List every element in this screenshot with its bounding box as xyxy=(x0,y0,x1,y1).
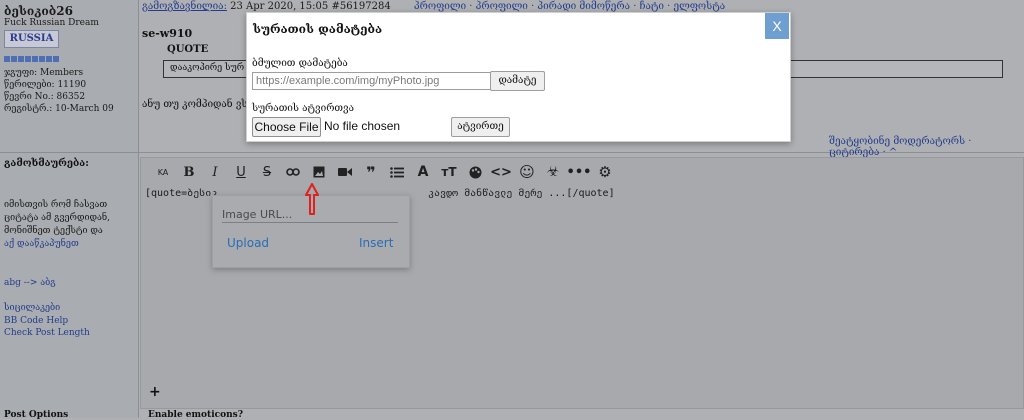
post-date: 23 Apr 2020, 15:05 xyxy=(230,1,329,12)
post-body: ანუ თუ კომპიდან ვს xyxy=(142,99,248,110)
rank-pips xyxy=(4,56,59,62)
user-member-no: წევრი No.: 86352 xyxy=(4,92,86,102)
add-icon[interactable]: + xyxy=(149,384,161,400)
more-icon[interactable]: ••• xyxy=(566,161,592,183)
link-icon[interactable] xyxy=(280,161,306,183)
translit-link[interactable]: abg --> აბგ xyxy=(4,278,56,288)
help-text-2: ციტატა ამ გვერდიდან, xyxy=(4,213,110,223)
post-username[interactable]: ბესიკიბ26 xyxy=(4,4,73,18)
quote-label: QUOTE xyxy=(167,44,209,55)
strike-label: S xyxy=(262,164,272,180)
reply-label: გამოხმაურება: xyxy=(4,158,89,169)
palette-icon[interactable] xyxy=(462,161,488,183)
keyboard-layout-label: KA xyxy=(157,167,169,177)
editor-toolbar: KA B I U S ❞ A тT <> ☺ ☣ ••• ⚙ xyxy=(150,161,618,183)
italic-button[interactable]: I xyxy=(202,161,228,183)
post-author-link[interactable]: გამოგზავნილია: xyxy=(142,1,227,12)
post-options-label: Post Options xyxy=(4,410,69,420)
font-icon[interactable]: A xyxy=(410,161,436,183)
up-arrow-icon xyxy=(305,183,319,218)
post-nav-links[interactable]: პროფილი · პროფილი · პირადი მიმოწერა · ჩა… xyxy=(414,1,725,12)
upload-button[interactable]: ატვირთე xyxy=(451,117,510,137)
underline-button[interactable]: U xyxy=(228,161,254,183)
help-text-1: იმისთვის რომ ჩასვათ xyxy=(4,200,108,210)
code-icon[interactable]: <> xyxy=(488,161,514,183)
avatar-text: RUSSIA xyxy=(9,33,54,44)
add-url-button[interactable]: დამატე xyxy=(490,71,545,91)
video-icon[interactable] xyxy=(332,161,358,183)
underline-label: U xyxy=(236,164,246,180)
upload-label: სურათის ატვირთვა xyxy=(252,103,355,114)
close-icon[interactable]: X xyxy=(765,13,789,39)
post-actions[interactable]: შეატყობინე მოდერატორს · ციტირება · ^ xyxy=(829,136,1024,158)
insert-button[interactable]: Insert xyxy=(359,236,393,250)
enable-emoticons-option[interactable]: Enable emoticons? xyxy=(148,410,243,420)
bold-button[interactable]: B xyxy=(176,161,202,183)
quote-text: დააკოპირე სურ xyxy=(170,63,245,73)
user-group: ჯგუფი: Members xyxy=(4,68,84,78)
quoted-user: se-w910 xyxy=(142,27,193,40)
user-tagline: Fuck Russian Dream xyxy=(4,18,99,28)
bold-label: B xyxy=(183,164,195,180)
check-length-link[interactable]: Check Post Length xyxy=(4,328,90,338)
upload-tab[interactable]: Upload xyxy=(227,236,269,250)
quote-here-link[interactable]: აქ დააწკაპუნეთ xyxy=(4,239,79,249)
image-url-field[interactable]: https://example.com/img/myPhoto.jpg xyxy=(252,72,491,90)
strike-button[interactable]: S xyxy=(254,161,280,183)
keyboard-layout-button[interactable]: KA xyxy=(150,161,176,183)
hazard-icon[interactable]: ☣ xyxy=(540,161,566,183)
smilies-link[interactable]: სიცილაკები xyxy=(4,303,60,313)
choose-file-button[interactable]: Choose File xyxy=(252,117,321,137)
file-status: No file chosen xyxy=(324,119,401,133)
post-id[interactable]: #56197284 xyxy=(331,1,390,12)
url-label: ბმულით დამატება xyxy=(252,58,348,69)
modal-title: სურათის დამატება xyxy=(253,22,383,36)
user-avatar: RUSSIA xyxy=(4,30,59,48)
list-icon[interactable] xyxy=(384,161,410,183)
image-icon[interactable] xyxy=(306,161,332,183)
help-text-3: მონიშნეთ ტექსტი და xyxy=(4,226,103,236)
user-registered: რეგისტრ.: 10-March 09 xyxy=(4,104,114,114)
italic-label: I xyxy=(212,164,218,180)
quote-icon[interactable]: ❞ xyxy=(358,161,384,183)
column-divider xyxy=(138,0,139,418)
user-posts: წერილები: 11190 xyxy=(4,80,87,90)
bbcode-help-link[interactable]: BB Code Help xyxy=(4,316,68,326)
settings-icon[interactable]: ⚙ xyxy=(592,161,618,183)
size-icon[interactable]: тT xyxy=(436,161,462,183)
emoji-icon[interactable]: ☺ xyxy=(514,161,540,183)
